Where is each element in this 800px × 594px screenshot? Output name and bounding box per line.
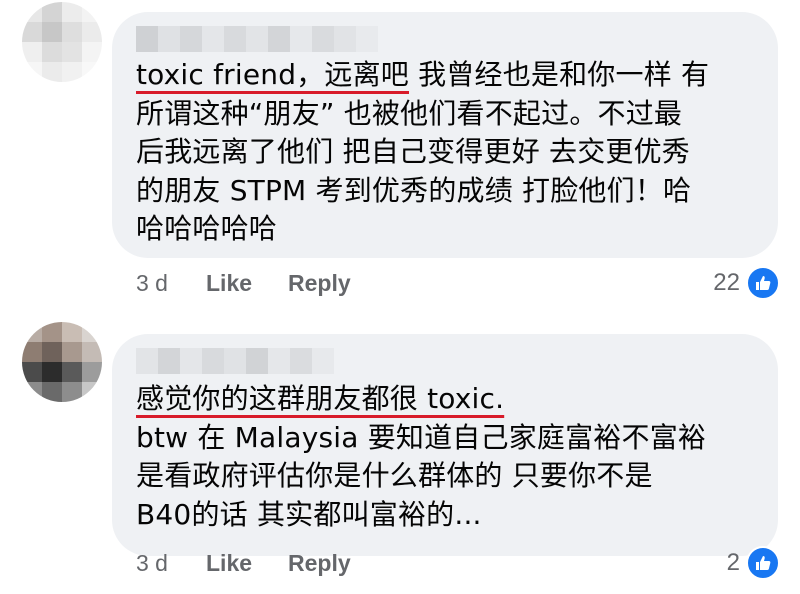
thumbs-up-icon (746, 546, 780, 580)
comment-2: 感觉你的这群朋友都很 toxic. btw 在 Malaysia 要知道自己家庭… (0, 308, 800, 594)
reaction-summary[interactable]: 2 (727, 546, 780, 580)
underlined-text: 感觉你的这群朋友都很 toxic. (136, 382, 505, 415)
comment-timestamp[interactable]: 3 d (136, 270, 206, 297)
comment-actions: 3 d Like Reply (136, 546, 351, 580)
avatar[interactable] (22, 322, 102, 402)
comment-line: toxic friend，远离吧 我曾经也是和你一样 有 (136, 58, 710, 91)
comment-actions: 3 d Like Reply (136, 266, 351, 300)
thumbs-up-icon (746, 266, 780, 300)
comment-bubble: toxic friend，远离吧 我曾经也是和你一样 有 所谓这种“朋友” 也被… (112, 12, 778, 258)
reaction-count: 2 (726, 549, 740, 576)
reaction-count: 22 (713, 269, 740, 296)
underlined-text: toxic friend，远离吧 (136, 58, 409, 91)
comment-line: B40的话 其实都叫富裕的... (136, 497, 482, 531)
comment-line: 是看政府评估你是什么群体的 只要你不是 (136, 459, 653, 492)
blurred-author-name[interactable] (136, 26, 378, 52)
comment-line: 哈哈哈哈哈 (136, 212, 278, 245)
comment-line: 后我远离了他们 把自己变得更好 去交更优秀 (136, 135, 691, 168)
comment-text: 感觉你的这群朋友都很 toxic. btw 在 Malaysia 要知道自己家庭… (136, 380, 756, 534)
reply-button[interactable]: Reply (288, 550, 351, 577)
avatar[interactable] (22, 2, 102, 82)
like-button[interactable]: Like (206, 550, 288, 577)
blurred-author-name[interactable] (136, 348, 334, 374)
comment-line: btw 在 Malaysia 要知道自己家庭富裕不富裕 (136, 420, 707, 454)
comment-1: toxic friend，远离吧 我曾经也是和你一样 有 所谓这种“朋友” 也被… (0, 0, 800, 300)
comment-line: 的朋友 STPM 考到优秀的成绩 打脸他们！哈 (136, 173, 692, 207)
reaction-summary[interactable]: 22 (713, 266, 780, 300)
comment-line: 所谓这种“朋友” 也被他们看不起过。不过最 (136, 96, 683, 130)
comment-bubble: 感觉你的这群朋友都很 toxic. btw 在 Malaysia 要知道自己家庭… (112, 334, 778, 556)
reply-button[interactable]: Reply (288, 270, 351, 297)
comment-timestamp[interactable]: 3 d (136, 550, 206, 577)
like-button[interactable]: Like (206, 270, 288, 297)
comment-line: 感觉你的这群朋友都很 toxic. (136, 380, 756, 419)
comment-text: toxic friend，远离吧 我曾经也是和你一样 有 所谓这种“朋友” 也被… (136, 56, 756, 249)
